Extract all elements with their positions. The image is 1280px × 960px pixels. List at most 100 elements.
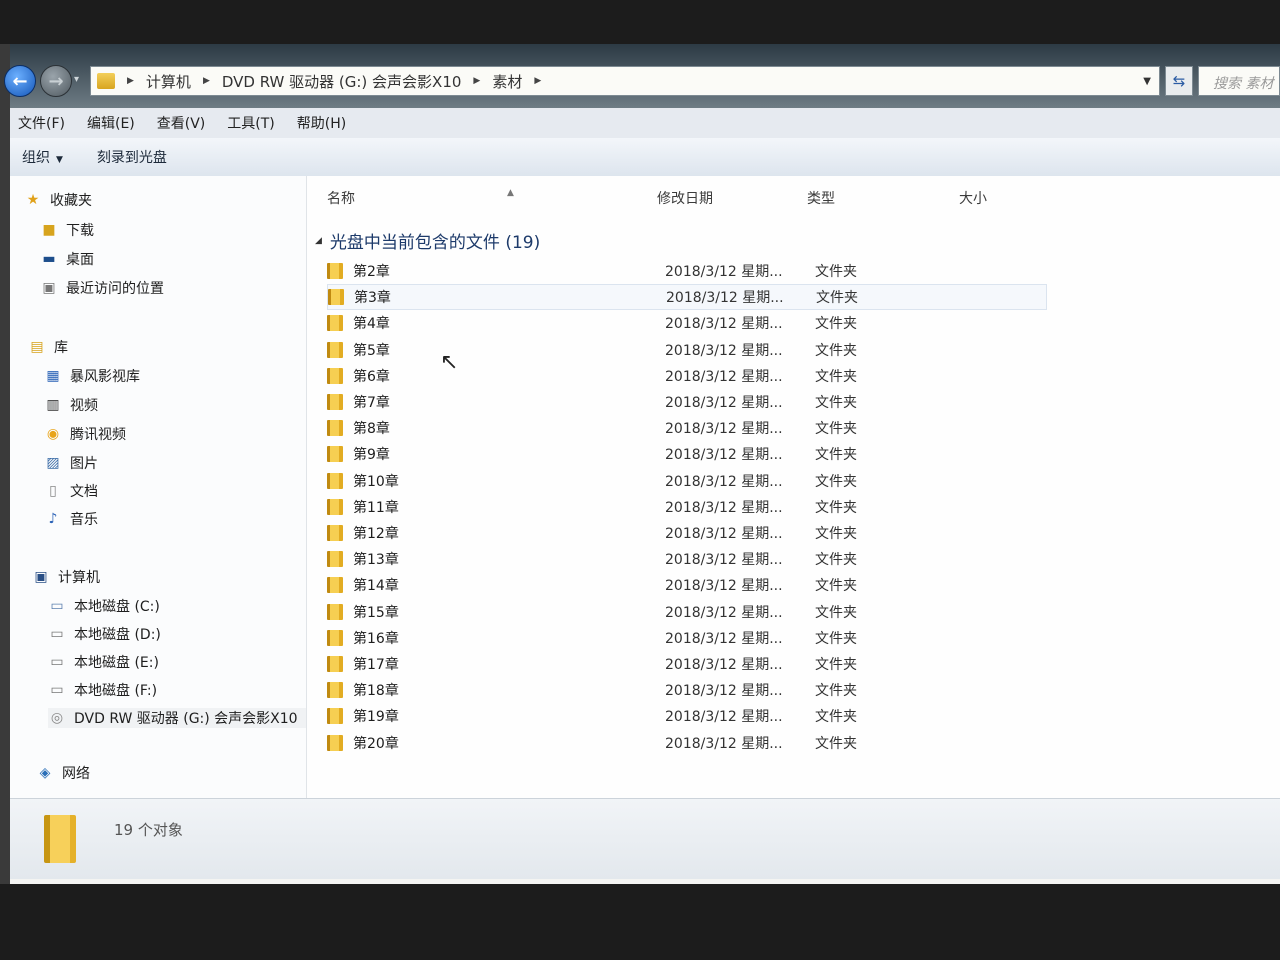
file-row[interactable]: 第14章 2018/3/12 星期... 文件夹 (327, 572, 1047, 598)
refresh-button[interactable]: ⇆ (1165, 66, 1193, 96)
sidebar-item-music[interactable]: ♪ 音乐 (44, 509, 98, 529)
file-type: 文件夹 (815, 264, 857, 280)
sidebar-item-tencent-video[interactable]: ◉ 腾讯视频 (44, 424, 126, 444)
folder-icon (327, 446, 343, 463)
sidebar-item-videos[interactable]: ▥ 视频 (44, 395, 98, 415)
burn-to-disc-button[interactable]: 刻录到光盘 (85, 143, 179, 171)
chevron-right-icon[interactable]: ▶ (473, 76, 480, 86)
sidebar-group-label: 网络 (62, 766, 90, 782)
file-type: 文件夹 (815, 342, 857, 359)
sidebar-item-drive-c[interactable]: ▭ 本地磁盘 (C:) (48, 596, 160, 616)
menu-bar: 文件(F) 编辑(E) 查看(V) 工具(T) 帮助(H) (10, 108, 1280, 139)
file-type: 文件夹 (815, 630, 857, 647)
sidebar-computer[interactable]: ▣ 计算机 (32, 567, 100, 587)
sidebar-item-desktop[interactable]: ▬ 桌面 (40, 249, 94, 269)
sort-ascending-icon: ▲ (507, 188, 514, 198)
video-library-icon: ▦ (46, 368, 60, 384)
file-row[interactable]: 第9章 2018/3/12 星期... 文件夹 (327, 441, 1047, 467)
breadcrumb-dvd-drive[interactable]: DVD RW 驱动器 (G:) 会声会影X10 (222, 71, 462, 92)
search-input[interactable]: 搜索 素材 (1198, 66, 1280, 96)
sidebar-item-label: 下载 (66, 223, 94, 239)
menu-tools[interactable]: 工具(T) (221, 111, 280, 135)
menu-view[interactable]: 查看(V) (151, 111, 212, 135)
column-type[interactable]: 类型 (807, 188, 835, 208)
file-name: 第7章 (353, 395, 390, 411)
file-date-modified: 2018/3/12 星期... (665, 578, 783, 595)
file-row[interactable]: 第8章 2018/3/12 星期... 文件夹 (327, 415, 1047, 441)
file-row[interactable]: 第20章 2018/3/12 星期... 文件夹 (327, 730, 1047, 756)
column-date-modified[interactable]: 修改日期 (657, 188, 713, 208)
forward-button[interactable]: → (40, 65, 72, 97)
folder-icon (327, 629, 343, 646)
file-row[interactable]: 第17章 2018/3/12 星期... 文件夹 (327, 651, 1047, 677)
file-date-modified: 2018/3/12 星期... (665, 342, 783, 359)
folder-icon (328, 289, 344, 306)
sidebar-item-drive-e[interactable]: ▭ 本地磁盘 (E:) (48, 652, 159, 672)
chevron-right-icon[interactable]: ▶ (127, 76, 134, 86)
file-row[interactable]: 第15章 2018/3/12 星期... 文件夹 (327, 599, 1047, 625)
file-row[interactable]: 第4章 2018/3/12 星期... 文件夹 (327, 310, 1047, 336)
sidebar-item-drive-f[interactable]: ▭ 本地磁盘 (F:) (48, 680, 157, 700)
sidebar-libraries[interactable]: ▤ 库 (28, 337, 68, 357)
system-drive-icon: ▭ (50, 598, 64, 614)
item-count: 19 个对象 (114, 821, 183, 839)
sidebar-item-baofeng-library[interactable]: ▦ 暴风影视库 (44, 366, 140, 386)
column-name[interactable]: 名称 ▲ (327, 188, 647, 208)
computer-icon: ▣ (34, 569, 48, 585)
back-button[interactable]: ← (4, 65, 36, 97)
menu-help[interactable]: 帮助(H) (291, 111, 352, 135)
file-row[interactable]: 第13章 2018/3/12 星期... 文件夹 (327, 546, 1047, 572)
hard-drive-icon: ▭ (50, 682, 64, 698)
file-row[interactable]: 第19章 2018/3/12 星期... 文件夹 (327, 703, 1047, 729)
file-row[interactable]: 第16章 2018/3/12 星期... 文件夹 (327, 625, 1047, 651)
file-date-modified: 2018/3/12 星期... (665, 447, 783, 464)
explorer-window: ← → ▾ ▶ 计算机 ▶ DVD RW 驱动器 (G:) 会声会影X10 ▶ … (0, 44, 1280, 884)
sidebar-item-drive-d[interactable]: ▭ 本地磁盘 (D:) (48, 624, 161, 644)
file-date-modified: 2018/3/12 星期... (665, 395, 783, 411)
file-name: 第20章 (353, 735, 399, 752)
menu-edit[interactable]: 编辑(E) (81, 111, 141, 135)
sidebar-item-downloads[interactable]: ■ 下载 (40, 220, 94, 240)
file-row[interactable]: 第10章 2018/3/12 星期... 文件夹 (327, 468, 1047, 494)
file-row[interactable]: 第12章 2018/3/12 星期... 文件夹 (327, 520, 1047, 546)
network-icon: ◈ (39, 765, 51, 781)
sidebar-favorites[interactable]: ★ 收藏夹 (24, 190, 92, 210)
file-type: 文件夹 (815, 316, 857, 333)
arrow-right-icon: → (48, 70, 64, 92)
column-size[interactable]: 大小 (959, 188, 987, 208)
disc-icon: ◎ (50, 710, 64, 726)
file-row[interactable]: 第18章 2018/3/12 星期... 文件夹 (327, 677, 1047, 703)
folder-icon (327, 341, 343, 358)
file-row[interactable]: 第6章 2018/3/12 星期... 文件夹 (327, 363, 1047, 389)
sidebar-item-dvd-drive[interactable]: ◎ DVD RW 驱动器 (G:) 会声会影X10 (48, 708, 306, 728)
sidebar-item-pictures[interactable]: ▨ 图片 (44, 453, 98, 473)
file-row[interactable]: 第11章 2018/3/12 星期... 文件夹 (327, 494, 1047, 520)
file-name: 第16章 (353, 630, 399, 647)
sidebar-item-documents[interactable]: ▯ 文档 (44, 481, 98, 501)
breadcrumb-sucai[interactable]: 素材 (492, 71, 522, 92)
organize-label: 组织 (22, 150, 50, 166)
chevron-down-icon[interactable]: ▼ (1143, 76, 1151, 87)
recent-pages-button[interactable]: ▾ (74, 74, 79, 85)
file-name: 第2章 (353, 264, 390, 280)
chevron-right-icon[interactable]: ▶ (203, 76, 210, 86)
file-row[interactable]: 第3章 2018/3/12 星期... 文件夹 (327, 284, 1047, 311)
breadcrumb-computer[interactable]: 计算机 (146, 71, 191, 92)
collapse-triangle-icon[interactable]: ◢ (315, 236, 322, 246)
file-name: 第11章 (353, 499, 399, 516)
menu-file[interactable]: 文件(F) (12, 111, 71, 135)
file-date-modified: 2018/3/12 星期... (665, 473, 783, 490)
address-bar[interactable]: ▶ 计算机 ▶ DVD RW 驱动器 (G:) 会声会影X10 ▶ 素材 ▶ ▼ (90, 66, 1160, 96)
file-name: 第3章 (354, 290, 391, 307)
sidebar-network[interactable]: ◈ 网络 (36, 763, 90, 783)
organize-button[interactable]: 组织 ▼ (10, 143, 75, 171)
desktop-icon: ▬ (42, 251, 56, 267)
group-header[interactable]: ◢ 光盘中当前包含的文件 (19) (315, 228, 540, 253)
library-icon: ▤ (30, 339, 44, 355)
sidebar-item-recent-places[interactable]: ▣ 最近访问的位置 (40, 278, 164, 298)
file-row[interactable]: 第7章 2018/3/12 星期... 文件夹 (327, 389, 1047, 415)
file-row[interactable]: 第5章 2018/3/12 星期... 文件夹 (327, 337, 1047, 363)
chevron-right-icon[interactable]: ▶ (534, 76, 541, 86)
file-row[interactable]: 第2章 2018/3/12 星期... 文件夹 (327, 258, 1047, 284)
command-bar: 组织 ▼ 刻录到光盘 (10, 138, 1280, 177)
